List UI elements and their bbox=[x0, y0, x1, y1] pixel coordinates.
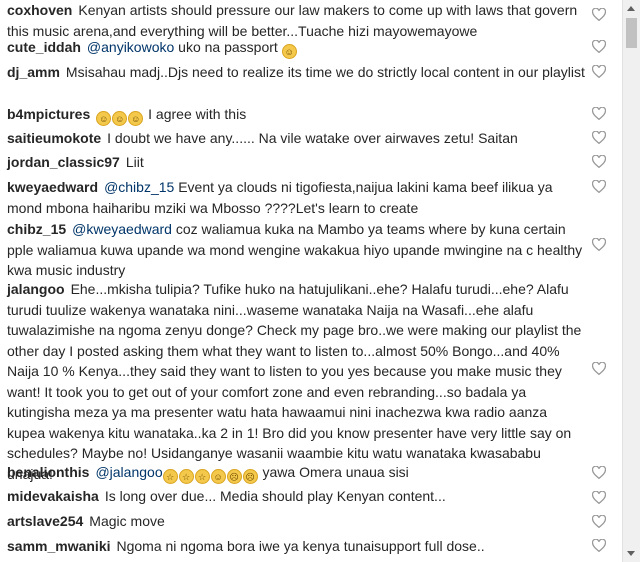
scroll-up-arrow[interactable] bbox=[623, 0, 640, 17]
like-heart-icon[interactable] bbox=[592, 107, 606, 121]
grin-emoji-icon: ☺ bbox=[210, 469, 226, 484]
comment-text: I agree with this bbox=[144, 106, 247, 122]
comment-mention[interactable]: @chibz_15 bbox=[104, 179, 174, 195]
comment-item: saitieumokote I doubt we have any...... N… bbox=[7, 128, 587, 149]
comment-text: Msisahau madj..Djs need to realize its t… bbox=[65, 64, 585, 80]
comment-item: coxhoven Kenyan artists should pressure o… bbox=[7, 0, 587, 41]
comment-username[interactable]: jalangoo bbox=[7, 281, 65, 297]
comment-item: midevakaisha Is long over due... Media sh… bbox=[7, 486, 587, 507]
like-heart-icon[interactable] bbox=[592, 40, 606, 54]
comment-text: Kenyan artists should pressure our law m… bbox=[7, 2, 578, 39]
like-heart-icon[interactable] bbox=[592, 180, 606, 194]
scroll-thumb[interactable] bbox=[626, 18, 637, 48]
scream-emoji-icon: ☆ bbox=[178, 469, 194, 484]
grin-emoji-icon: ☺ bbox=[112, 111, 128, 126]
comment-item: benalionthis @jalangoo ☆ ☆ ☆ ☺ ☹ ☹ yawa Omera u… bbox=[7, 462, 587, 484]
like-heart-icon[interactable] bbox=[592, 539, 606, 553]
comment-text: uko na passport bbox=[174, 39, 282, 55]
comment-item: kweyaedward @chibz_15 Event ya clouds ni … bbox=[7, 177, 587, 218]
scream-emoji-icon: ☆ bbox=[162, 469, 178, 484]
comment-username[interactable]: midevakaisha bbox=[7, 488, 99, 504]
rofl-emoji-icon: ☺ bbox=[281, 44, 297, 59]
comment-username[interactable]: b4mpictures bbox=[7, 106, 90, 122]
like-heart-icon[interactable] bbox=[592, 131, 606, 145]
comment-username[interactable]: kweyaedward bbox=[7, 179, 98, 195]
comment-username[interactable]: benalionthis bbox=[7, 464, 89, 480]
comment-item: artslave254 Magic move bbox=[7, 511, 587, 532]
like-heart-icon[interactable] bbox=[592, 515, 606, 529]
scrollbar[interactable] bbox=[622, 0, 640, 562]
comment-mention[interactable]: @kweyaedward bbox=[72, 221, 172, 237]
comment-item: cute_iddah @anyikowoko uko na passport ☺ bbox=[7, 37, 587, 59]
comment-mention[interactable]: @jalangoo bbox=[95, 464, 162, 480]
comment-item: dj_amm Msisahau madj..Djs need to realize… bbox=[7, 62, 587, 83]
comment-item: b4mpictures ☺ ☺ ☺ I agree with this bbox=[7, 104, 587, 126]
comment-text: yawa Omera unaua sisi bbox=[258, 464, 409, 480]
scroll-down-arrow[interactable] bbox=[623, 545, 640, 562]
like-heart-icon[interactable] bbox=[592, 8, 606, 22]
comment-username[interactable]: cute_iddah bbox=[7, 39, 81, 55]
like-heart-icon[interactable] bbox=[592, 65, 606, 79]
comment-username[interactable]: jordan_classic97 bbox=[7, 154, 120, 170]
comment-username[interactable]: samm_mwaniki bbox=[7, 538, 111, 554]
comment-item: jordan_classic97 Liit bbox=[7, 152, 587, 173]
comment-item: samm_mwaniki Ngoma ni ngoma bora iwe ya k… bbox=[7, 536, 587, 557]
comment-text: Ehe...mkisha tulipia? Tufike huko na hat… bbox=[7, 281, 582, 482]
comment-item: jalangoo Ehe...mkisha tulipia? Tufike huk… bbox=[7, 279, 587, 484]
like-heart-icon[interactable] bbox=[592, 362, 606, 376]
comment-text: Ngoma ni ngoma bora iwe ya kenya tunaisu… bbox=[116, 538, 485, 554]
grin-emoji-icon: ☺ bbox=[96, 111, 112, 126]
scream-emoji-icon: ☆ bbox=[194, 469, 210, 484]
comment-mention[interactable]: @anyikowoko bbox=[87, 39, 174, 55]
comment-item: chibz_15 @kweyaedward coz waliamua kuka n… bbox=[7, 219, 587, 281]
like-heart-icon[interactable] bbox=[592, 491, 606, 505]
like-heart-icon[interactable] bbox=[592, 155, 606, 169]
comment-text: Is long over due... Media should play Ke… bbox=[104, 488, 446, 504]
like-heart-icon[interactable] bbox=[592, 466, 606, 480]
comment-text: Magic move bbox=[89, 513, 165, 529]
comment-text: Liit bbox=[125, 154, 144, 170]
comment-username[interactable]: artslave254 bbox=[7, 513, 83, 529]
comment-username[interactable]: coxhoven bbox=[7, 2, 72, 18]
comment-text: I doubt we have any...... Na vile watake… bbox=[107, 130, 518, 146]
comment-username[interactable]: chibz_15 bbox=[7, 221, 66, 237]
comment-username[interactable]: saitieumokote bbox=[7, 130, 101, 146]
tired-emoji-icon: ☹ bbox=[226, 469, 242, 484]
tired-emoji-icon: ☹ bbox=[242, 469, 258, 484]
like-heart-icon[interactable] bbox=[592, 238, 606, 252]
grin-emoji-icon: ☺ bbox=[128, 111, 144, 126]
comment-username[interactable]: dj_amm bbox=[7, 64, 60, 80]
